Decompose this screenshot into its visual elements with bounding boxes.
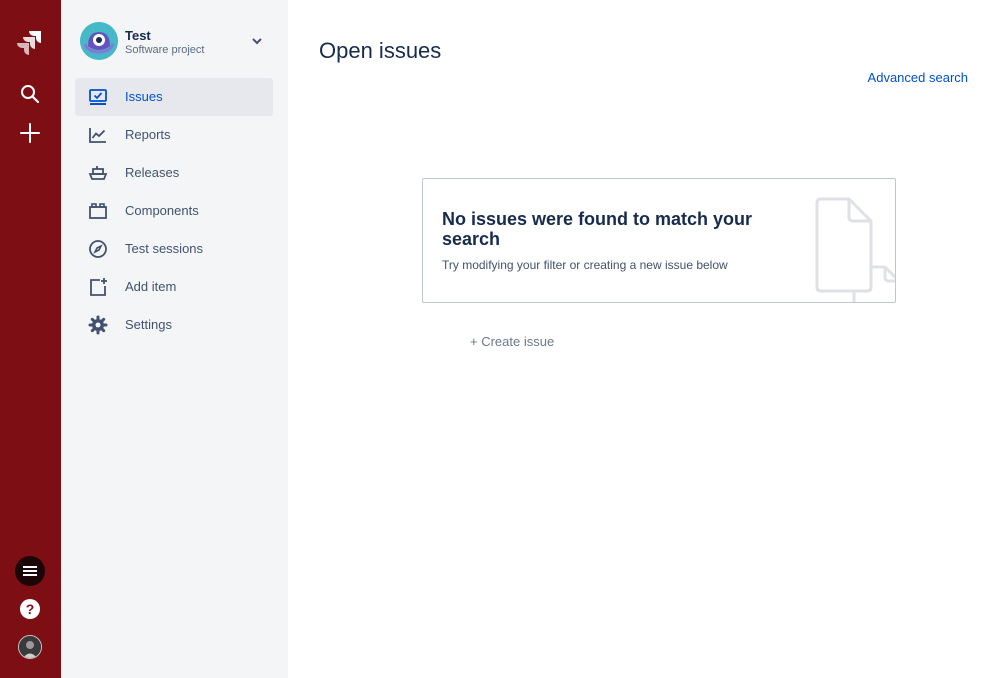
sidebar-item-label: Issues	[125, 89, 163, 104]
page-title: Open issues	[319, 38, 442, 63]
issues-icon	[88, 87, 108, 107]
sidebar-item-label: Test sessions	[125, 241, 204, 256]
reports-icon	[88, 125, 108, 145]
gear-icon	[88, 315, 108, 335]
sidebar-item-label: Settings	[125, 317, 172, 332]
sidebar-item-components[interactable]: Components	[75, 192, 273, 230]
sidebar-item-label: Releases	[125, 165, 180, 180]
create-issue-button[interactable]: + Create issue	[470, 334, 554, 349]
sidebar-item-label: Reports	[125, 127, 171, 142]
menu-button[interactable]	[14, 555, 46, 587]
advanced-search-link[interactable]: Advanced search	[868, 70, 968, 85]
project-sidebar: Test Software project Issues Reports Rel…	[61, 0, 288, 678]
sidebar-item-test-sessions[interactable]: Test sessions	[75, 230, 273, 268]
empty-state-card: No issues were found to match your searc…	[422, 178, 896, 303]
empty-state-title: No issues were found to match your searc…	[442, 209, 753, 249]
main-content: Open issues Advanced search No issues we…	[288, 0, 999, 678]
help-button[interactable]: ?	[14, 593, 46, 625]
project-name: Test	[125, 28, 151, 43]
search-icon[interactable]	[14, 78, 46, 110]
help-icon: ?	[20, 599, 40, 619]
empty-state-description: Try modifying your filter or creating a …	[442, 258, 728, 272]
create-icon[interactable]	[14, 117, 46, 149]
project-avatar	[80, 22, 118, 60]
sidebar-item-reports[interactable]: Reports	[75, 116, 273, 154]
chevron-down-icon[interactable]	[249, 33, 265, 49]
releases-icon	[88, 163, 108, 183]
components-icon	[88, 201, 108, 221]
jira-logo-icon[interactable]	[14, 26, 46, 58]
sidebar-item-settings[interactable]: Settings	[75, 306, 273, 344]
profile-button[interactable]	[14, 631, 46, 663]
menu-icon	[15, 556, 45, 586]
avatar	[18, 635, 42, 659]
document-illustration-icon	[813, 197, 895, 302]
sidebar-item-releases[interactable]: Releases	[75, 154, 273, 192]
project-switcher[interactable]: Test Software project	[61, 0, 288, 80]
add-item-icon	[88, 277, 108, 297]
sidebar-item-add-item[interactable]: Add item	[75, 268, 273, 306]
sidebar-item-label: Add item	[125, 279, 177, 294]
sidebar-item-issues[interactable]: Issues	[75, 78, 273, 116]
global-navigation: ?	[0, 0, 61, 678]
sidebar-nav: Issues Reports Releases Components Test …	[75, 78, 273, 344]
compass-icon	[88, 239, 108, 259]
project-type: Software project	[125, 44, 205, 56]
sidebar-item-label: Components	[125, 203, 199, 218]
